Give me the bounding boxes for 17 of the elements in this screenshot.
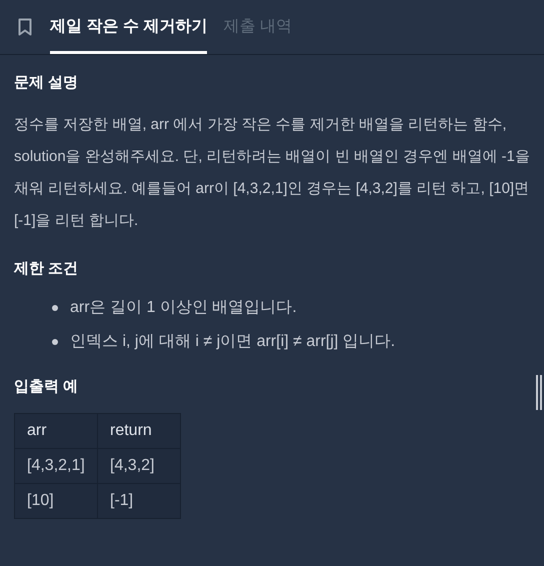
bullet-icon — [52, 339, 58, 345]
resize-handle[interactable] — [536, 375, 542, 410]
table-cell: [10] — [14, 484, 98, 518]
description-text: 정수를 저장한 배열, arr 에서 가장 작은 수를 제거한 배열을 리턴하는 함수, solution을 완성해주세요. 단, 리턴하려는 배열이 빈 배열인 경우엔 배열에 -1을 채워 리턴하세요. 예를들어 arr이 [4,3,2,1]인 경우는 [4,3,2]를 리턴 하고, [10]면 [-1]을 리턴 합니다. — [14, 115, 531, 231]
section-heading: 입출력 예 — [14, 377, 78, 397]
section-heading: 문제 설명 — [14, 73, 78, 93]
table-cell: [4,3,2] — [98, 448, 180, 484]
tab[interactable]: 제일 작은 수 제거하기 — [50, 0, 208, 54]
table-header-cell: arr — [14, 414, 98, 448]
table-header-cell: return — [98, 414, 180, 448]
constraint-text: 인덱스 i, j에 대해 i ≠ j이면 arr[i] ≠ arr[j] 입니다. — [70, 332, 396, 352]
table-cell: [4,3,2,1] — [14, 448, 98, 484]
section-heading: 제한 조건 — [14, 259, 78, 279]
bookmark-icon — [18, 18, 32, 36]
table-cell: [-1] — [98, 484, 180, 518]
constraint-text: arr은 길이 1 이상인 배열입니다. — [70, 298, 297, 318]
bullet-icon — [52, 305, 58, 311]
